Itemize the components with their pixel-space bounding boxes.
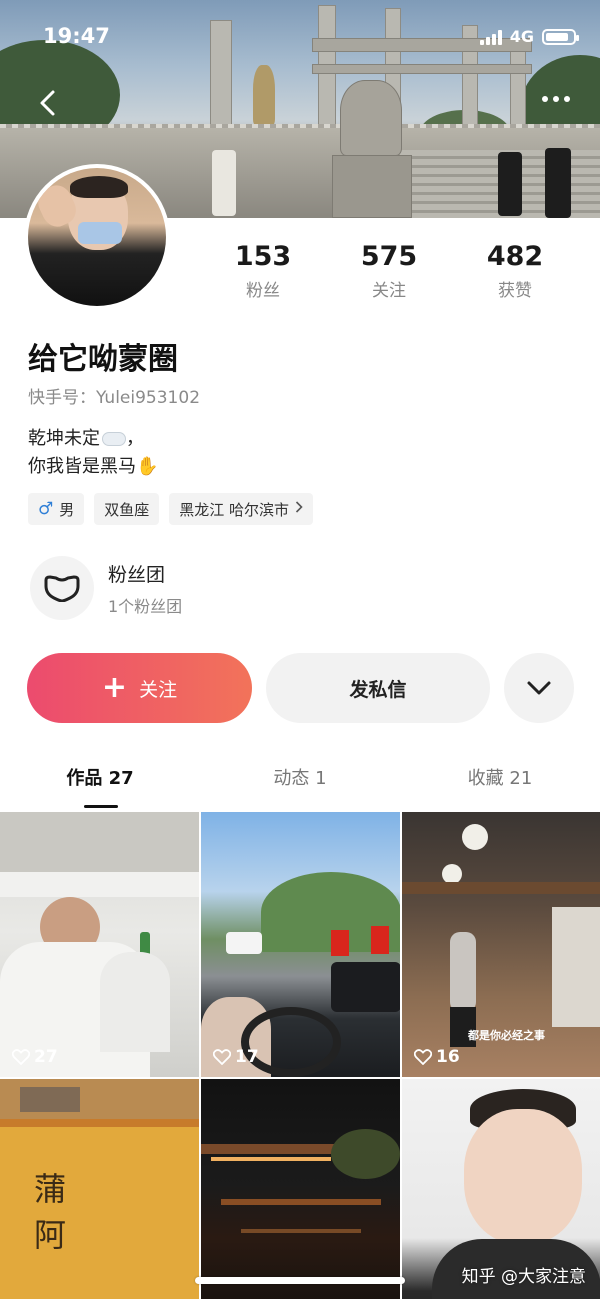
plus-icon: + — [101, 670, 128, 705]
fan-group-title: 粉丝团 — [108, 563, 166, 586]
gender-tag: ♂ 男 — [28, 493, 85, 525]
location-label: 黑龙江 哈尔滨市 — [179, 500, 290, 519]
profile-stats: 153 粉丝 575 关注 482 获赞 — [200, 240, 590, 301]
status-bar: 19:47 4G — [0, 0, 600, 70]
bio-line-2: 你我皆是黑马 — [28, 456, 136, 477]
person — [545, 148, 571, 218]
battery-icon — [542, 28, 579, 45]
lion-base — [332, 155, 412, 218]
message-label: 发私信 — [349, 678, 407, 701]
like-count-value: 27 — [34, 1047, 58, 1067]
heart-mask-icon — [30, 556, 94, 620]
bio-line-1-suffix: ， — [126, 428, 144, 449]
tab-moments[interactable]: 动态 1 — [200, 757, 400, 809]
kuaishou-id[interactable]: 快手号：Yulei953102 — [28, 383, 200, 408]
heart-outline-icon — [213, 1049, 231, 1065]
post-caption: 都是你必经之事 — [468, 1029, 545, 1042]
stat-followers[interactable]: 153 粉丝 — [200, 240, 326, 301]
heart-outline-icon — [414, 1049, 432, 1065]
post-thumbnail[interactable]: 27 — [0, 812, 199, 1077]
chevron-right-icon — [295, 501, 303, 517]
gender-label: 男 — [59, 500, 75, 519]
cloud-icon — [102, 432, 126, 446]
post-thumbnail[interactable] — [201, 1079, 400, 1299]
more-dots-icon[interactable] — [542, 96, 570, 102]
tab-works[interactable]: 作品 27 — [0, 757, 200, 809]
follow-button[interactable]: + 关注 — [27, 653, 252, 723]
network-type: 4G — [509, 27, 534, 46]
expand-button[interactable] — [504, 653, 574, 723]
person — [212, 150, 236, 216]
watermark: 知乎 @大家注意 — [461, 1267, 586, 1287]
post-caption: 蒲 阿 — [34, 1170, 107, 1254]
stat-value: 575 — [360, 241, 418, 272]
location-tag[interactable]: 黑龙江 哈尔滨市 — [169, 493, 314, 525]
male-icon: ♂ — [38, 499, 54, 519]
status-indicators: 4G — [479, 27, 579, 46]
like-count: 27 — [12, 1047, 58, 1067]
signal-icon — [479, 29, 502, 45]
zodiac-label: 双鱼座 — [104, 500, 150, 519]
bio-line-1: 乾坤未定 — [28, 428, 100, 449]
statue — [253, 65, 275, 125]
content-tabs: 作品 27 动态 1 收藏 21 — [0, 757, 600, 809]
profile-bio: 乾坤未定 ， 你我皆是黑马✋ — [28, 425, 158, 481]
avatar[interactable] — [24, 164, 170, 310]
back-arrow-icon[interactable] — [34, 88, 64, 118]
stat-likes[interactable]: 482 获赞 — [452, 240, 578, 301]
like-count-value: 17 — [235, 1047, 259, 1067]
tab-favorites[interactable]: 收藏 21 — [400, 757, 600, 809]
post-thumbnail[interactable]: 都是你必经之事 16 — [402, 812, 600, 1077]
stat-value: 482 — [486, 241, 544, 272]
post-thumbnail[interactable]: 蒲 阿 — [0, 1079, 199, 1299]
stat-label: 获赞 — [498, 281, 532, 301]
fan-group[interactable]: 粉丝团 1个粉丝团 — [30, 556, 182, 620]
like-count: 16 — [414, 1047, 460, 1067]
status-time: 19:47 — [43, 24, 110, 48]
home-indicator — [195, 1277, 405, 1284]
chevron-down-icon — [527, 681, 551, 695]
follow-label: 关注 — [139, 678, 178, 701]
avatar-photo — [28, 168, 166, 306]
person — [498, 152, 522, 216]
like-count-value: 16 — [436, 1047, 460, 1067]
post-thumbnail[interactable]: 17 — [201, 812, 400, 1077]
active-tab-indicator — [84, 805, 118, 808]
heart-outline-icon — [12, 1049, 30, 1065]
stat-label: 关注 — [372, 281, 406, 301]
profile-actions: + 关注 发私信 — [27, 653, 574, 723]
profile-name: 给它呦蒙圈 — [28, 342, 178, 377]
stat-value: 153 — [234, 241, 292, 272]
message-button[interactable]: 发私信 — [266, 653, 490, 723]
stat-label: 粉丝 — [246, 281, 280, 301]
stat-following[interactable]: 575 关注 — [326, 240, 452, 301]
fan-group-subtitle: 1个粉丝团 — [108, 596, 183, 616]
lion-statue — [340, 80, 402, 156]
zodiac-tag: 双鱼座 — [94, 493, 160, 525]
profile-tags: ♂ 男 双鱼座 黑龙江 哈尔滨市 — [28, 493, 314, 525]
clap-icon: ✋ — [136, 456, 159, 477]
like-count: 17 — [213, 1047, 259, 1067]
